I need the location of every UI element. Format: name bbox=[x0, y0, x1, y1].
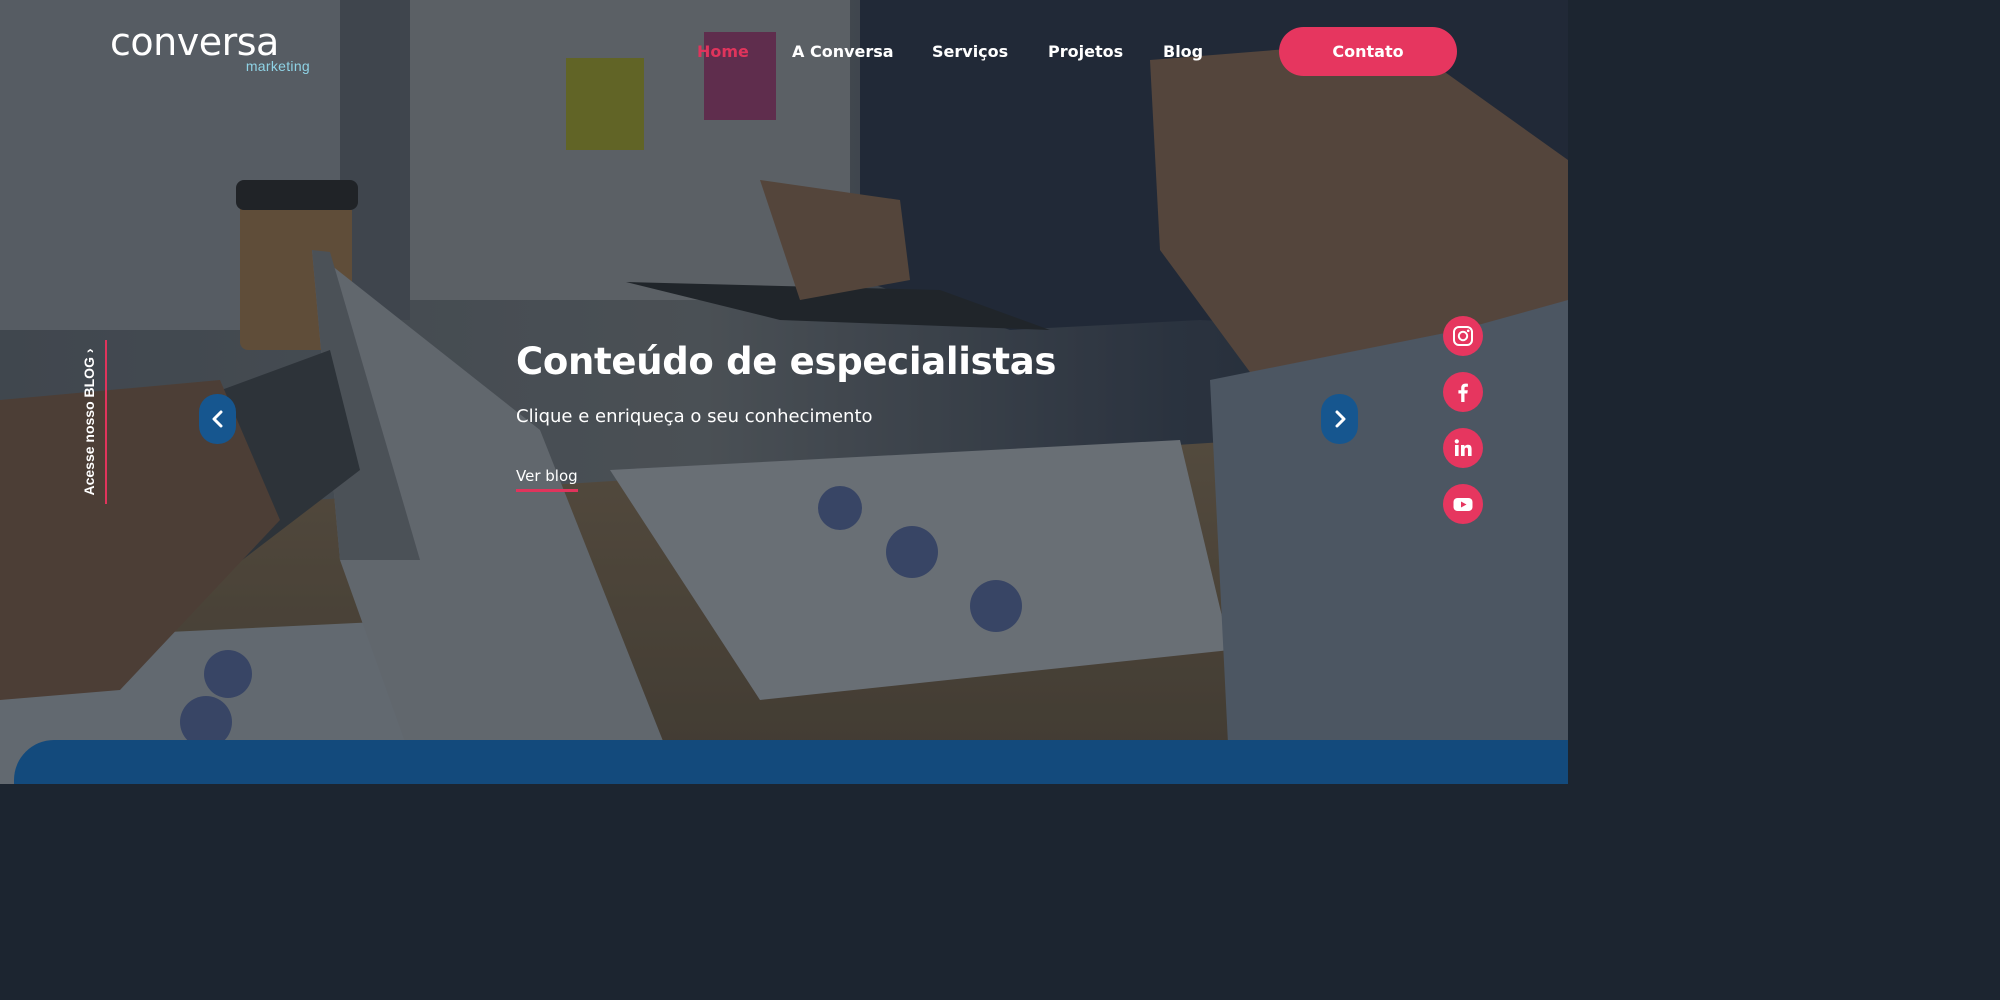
carousel-prev-button[interactable] bbox=[199, 394, 236, 444]
instagram-icon bbox=[1453, 326, 1473, 346]
nav-item-blog[interactable]: Blog bbox=[1163, 40, 1203, 64]
hero-banner: conversa marketing Home A Conversa Servi… bbox=[0, 0, 1568, 784]
chevron-left-icon bbox=[212, 410, 222, 428]
side-blog-divider bbox=[105, 340, 107, 504]
ver-blog-link[interactable]: Ver blog bbox=[516, 467, 578, 492]
hero-title: Conteúdo de especialistas bbox=[516, 340, 1057, 383]
facebook-button[interactable] bbox=[1443, 372, 1483, 412]
chevron-right-icon bbox=[1335, 410, 1345, 428]
youtube-icon bbox=[1453, 498, 1473, 511]
youtube-button[interactable] bbox=[1443, 484, 1483, 524]
nav-item-home[interactable]: Home bbox=[697, 40, 749, 64]
facebook-icon bbox=[1458, 383, 1468, 402]
next-section-band bbox=[14, 740, 1568, 784]
instagram-button[interactable] bbox=[1443, 316, 1483, 356]
brand-logo[interactable]: conversa marketing bbox=[110, 20, 310, 78]
nav-item-projetos[interactable]: Projetos bbox=[1048, 40, 1123, 64]
contact-button[interactable]: Contato bbox=[1279, 27, 1457, 76]
linkedin-icon bbox=[1454, 439, 1472, 456]
hero-subtitle: Clique e enriqueça o seu conhecimento bbox=[516, 406, 873, 427]
side-blog-label: Acesse nosso BLOG › bbox=[81, 348, 97, 496]
side-blog-text-wrap: Acesse nosso BLOG › bbox=[77, 340, 101, 504]
logo-tagline: marketing bbox=[245, 58, 310, 74]
carousel-next-button[interactable] bbox=[1321, 394, 1358, 444]
linkedin-button[interactable] bbox=[1443, 428, 1483, 468]
side-blog-link[interactable]: Acesse nosso BLOG › bbox=[77, 340, 107, 504]
nav-item-servicos[interactable]: Serviços bbox=[932, 40, 1008, 64]
nav-item-a-conversa[interactable]: A Conversa bbox=[792, 40, 894, 64]
dark-overlay bbox=[0, 0, 1568, 784]
